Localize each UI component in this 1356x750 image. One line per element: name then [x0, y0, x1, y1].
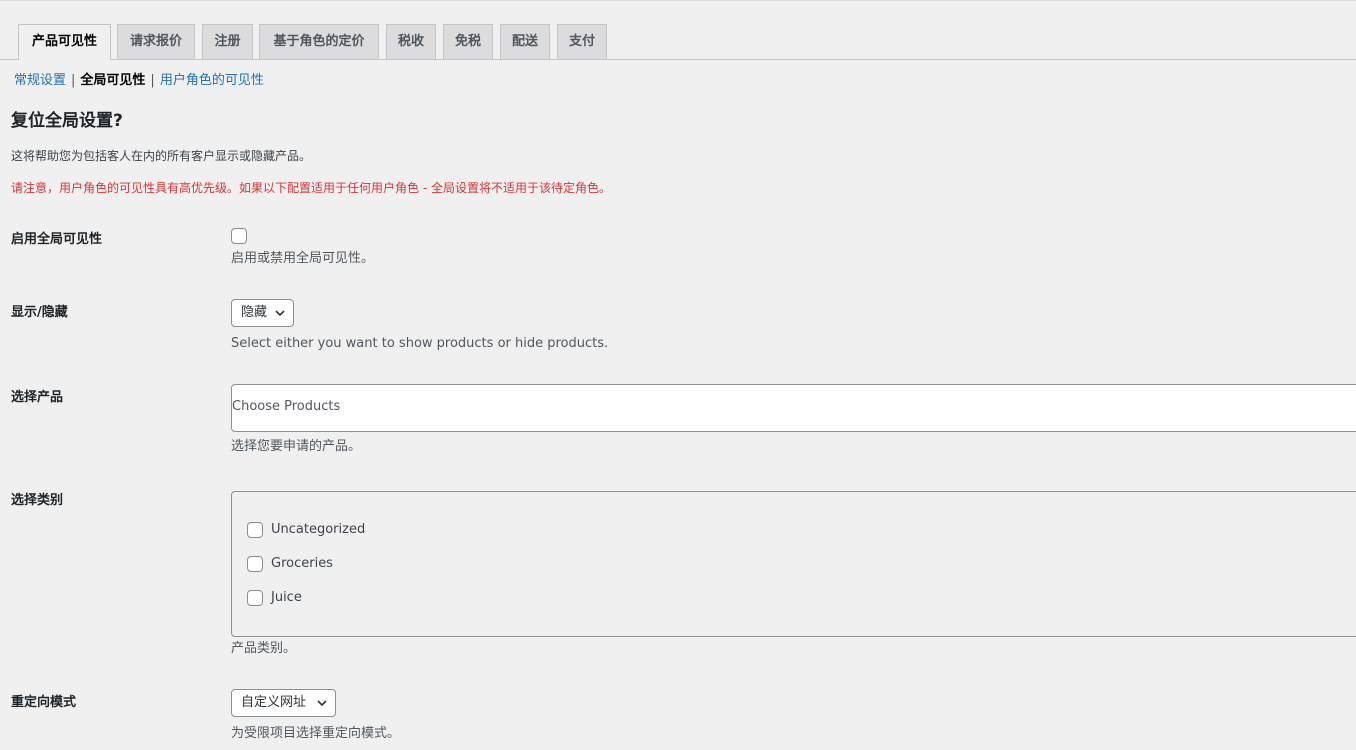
tab-payment[interactable]: 支付: [557, 24, 607, 59]
enable-global-visibility-label: 启用全局可见性: [11, 232, 103, 247]
tab-registration[interactable]: 注册: [202, 24, 253, 59]
sub-navigation: 常规设置 | 全局可见性 | 用户角色的可见性: [14, 72, 264, 90]
enable-global-visibility-help: 启用或禁用全局可见性。: [231, 251, 375, 266]
redirect-mode-select[interactable]: 自定义网址: [231, 689, 336, 717]
tab-tax[interactable]: 税收: [386, 24, 436, 59]
redirect-mode-selected-value: 自定义网址: [241, 695, 307, 710]
category-checkbox[interactable]: [247, 556, 263, 572]
section-description: 这将帮助您为包括客人在内的所有客户显示或隐藏产品。: [11, 149, 312, 163]
tab-product-visibility[interactable]: 产品可见性: [18, 24, 111, 60]
chevron-down-icon: [275, 310, 285, 317]
subnav-separator: |: [71, 73, 76, 88]
choose-categories-help: 产品类别。: [231, 641, 297, 656]
chevron-down-icon: [317, 700, 327, 707]
choose-products-label: 选择产品: [11, 390, 64, 405]
show-hide-select[interactable]: 隐藏: [231, 299, 294, 327]
choose-products-help: 选择您要申请的产品。: [231, 439, 362, 454]
show-hide-help: Select either you want to show products …: [231, 336, 609, 351]
category-label: Groceries: [271, 556, 333, 571]
choose-categories-label: 选择类别: [11, 493, 64, 508]
category-checkbox[interactable]: [247, 590, 263, 606]
redirect-mode-help: 为受限项目选择重定向模式。: [231, 726, 401, 741]
subnav-general-settings[interactable]: 常规设置: [14, 73, 66, 88]
tab-shipping[interactable]: 配送: [500, 24, 550, 59]
category-label: Juice: [271, 590, 302, 605]
show-hide-selected-value: 隐藏: [241, 305, 268, 320]
category-label: Uncategorized: [271, 522, 366, 537]
tab-tax-exempt[interactable]: 免税: [443, 24, 493, 59]
subnav-separator: |: [150, 73, 155, 88]
top-divider: [0, 0, 1356, 1]
tab-role-based-pricing[interactable]: 基于角色的定价: [259, 24, 379, 59]
subnav-role-visibility[interactable]: 用户角色的可见性: [160, 73, 264, 88]
settings-tabs: 产品可见性 请求报价 注册 基于角色的定价 税收 免税 配送 支付: [0, 24, 1356, 60]
choose-products-placeholder: Choose Products: [232, 399, 341, 414]
tab-request-quote[interactable]: 请求报价: [117, 24, 195, 59]
choose-products-input[interactable]: Choose Products: [231, 384, 1356, 432]
subnav-global-visibility[interactable]: 全局可见性: [80, 73, 145, 88]
redirect-mode-label: 重定向模式: [11, 695, 77, 710]
category-checklist: Uncategorized Groceries Juice: [231, 491, 1356, 637]
category-checkbox[interactable]: [247, 522, 263, 538]
show-hide-label: 显示/隐藏: [11, 305, 68, 320]
priority-notice: 请注意，用户角色的可见性具有高优先级。如果以下配置适用于任何用户角色 - 全局设…: [11, 181, 611, 195]
enable-global-visibility-checkbox[interactable]: [231, 228, 247, 244]
section-title: 复位全局设置?: [11, 111, 123, 131]
